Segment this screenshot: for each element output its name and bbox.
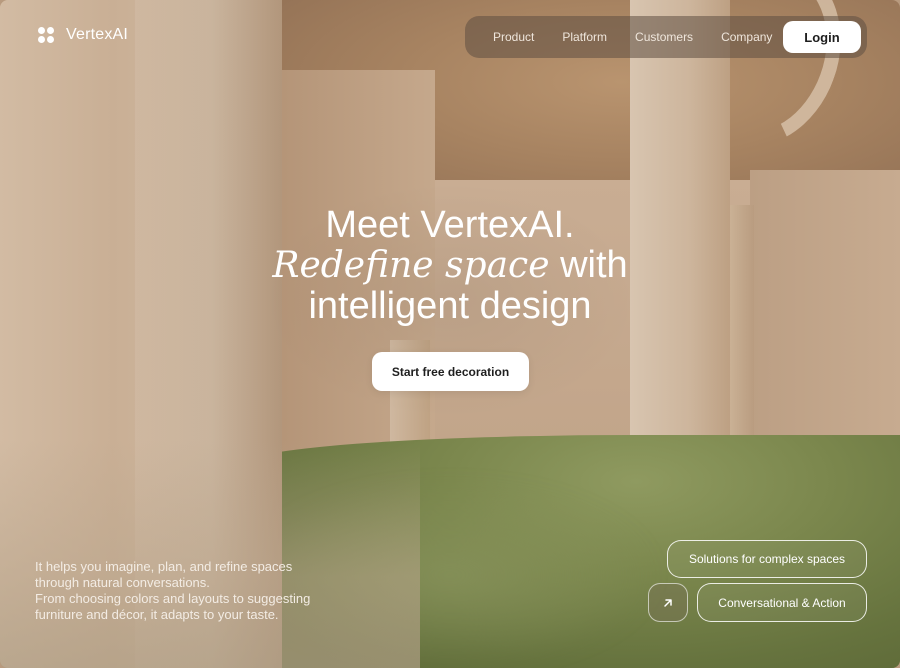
conversational-pill-button[interactable]: Conversational & Action [697, 583, 867, 622]
top-nav: Product Platform Customers Company Login [465, 16, 867, 58]
description-line-4: furniture and décor, it adapts to your t… [35, 607, 279, 622]
hero-serif-phrase: Redefine space [272, 245, 550, 286]
brand-name: VertexAI [66, 26, 129, 43]
login-button[interactable]: Login [783, 21, 861, 53]
description-line-3: From choosing colors and layouts to sugg… [35, 591, 311, 606]
description-line-2: through natural conversations. [35, 575, 210, 590]
four-dots-logo-icon [38, 27, 54, 43]
description-line-1: It helps you imagine, plan, and refine s… [35, 559, 293, 574]
hero-line-2: Redefine space with [0, 245, 900, 286]
solutions-pill-button[interactable]: Solutions for complex spaces [667, 540, 867, 578]
foreground-fog [0, 440, 420, 668]
brand-logo[interactable]: VertexAI [38, 26, 128, 44]
nav-item-platform[interactable]: Platform [562, 30, 607, 44]
hero-heading: Meet VertexAI. Redefine space with intel… [0, 205, 900, 326]
hero-line-2-rest: with [560, 244, 628, 286]
arrow-up-right-icon [664, 598, 672, 607]
start-free-decoration-button[interactable]: Start free decoration [372, 352, 529, 391]
hero-line-3: intelligent design [308, 285, 592, 327]
nav-item-company[interactable]: Company [721, 30, 772, 44]
nav-item-customers[interactable]: Customers [635, 30, 693, 44]
arrow-link-button[interactable] [648, 583, 688, 622]
hero-line-1: Meet VertexAI. [325, 204, 575, 246]
nav-item-product[interactable]: Product [493, 30, 534, 44]
product-description: It helps you imagine, plan, and refine s… [35, 559, 355, 623]
